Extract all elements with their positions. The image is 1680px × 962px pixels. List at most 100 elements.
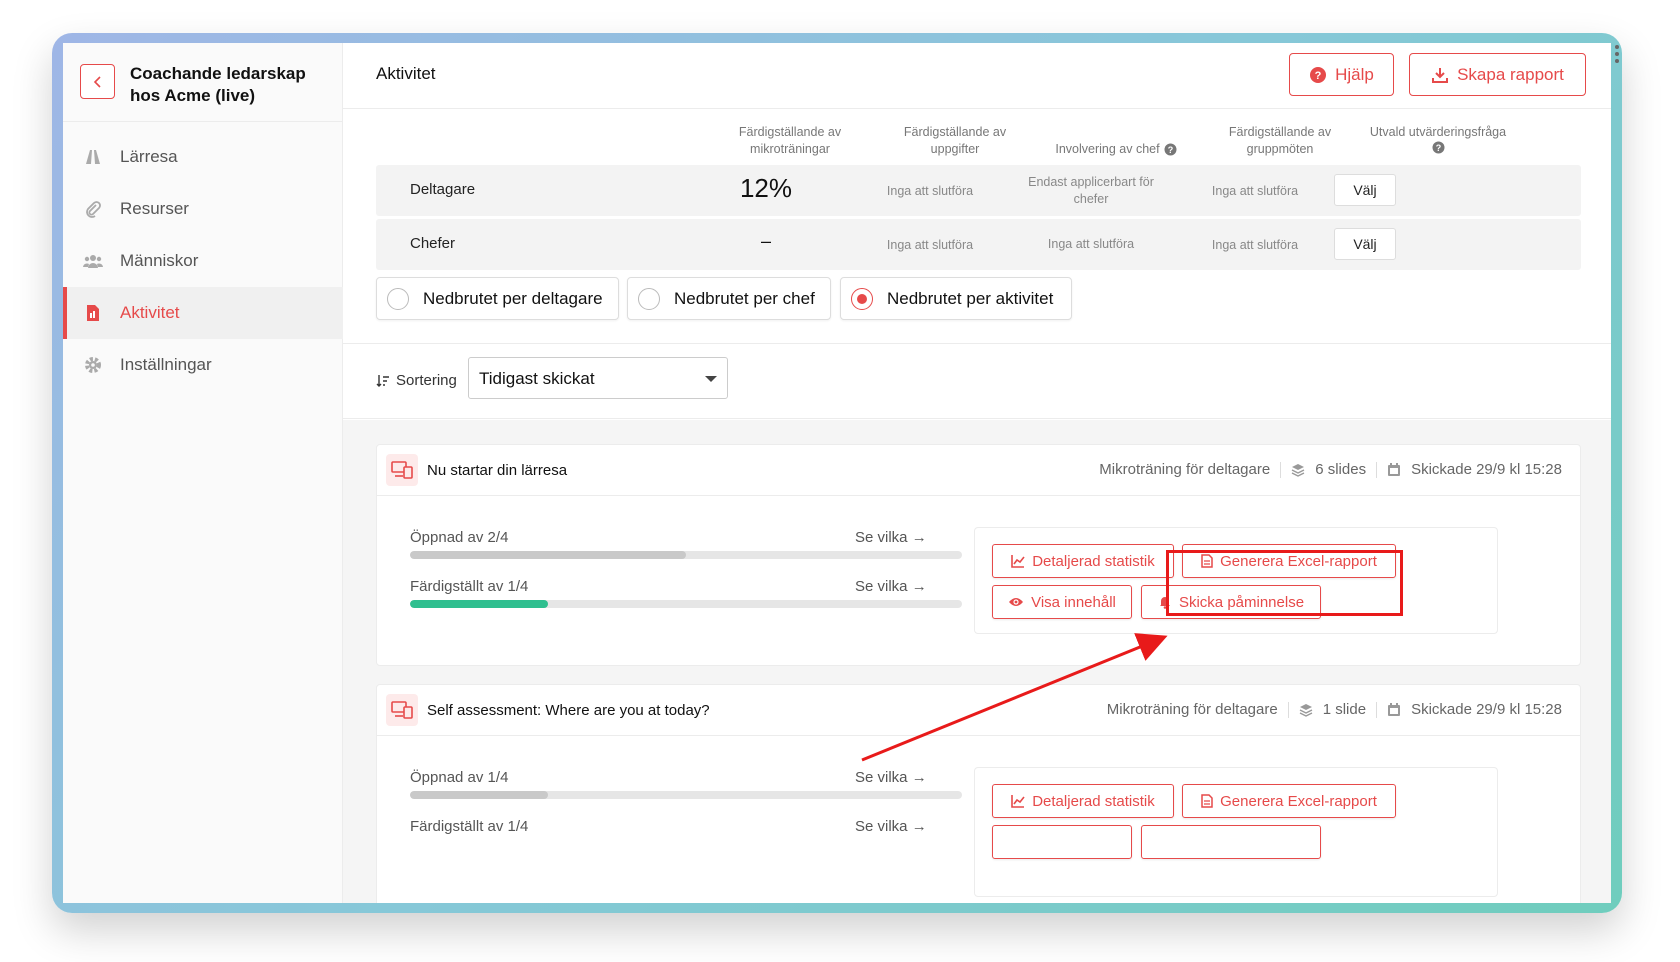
card-actions: Detaljerad statistik Generera Excel-rapp… [974,767,1498,897]
card-sent: Skickade 29/9 kl 15:28 [1411,461,1562,478]
caret-down-icon [705,376,717,382]
tasks-value: Inga att slutföra [886,184,974,198]
see-which-label: Se vilka [855,818,908,835]
sort-bar: Sortering Tidigast skickat [343,344,1611,419]
activity-feed: Nu startar din lärresa Mikroträning för … [343,420,1611,903]
send-reminder-button[interactable] [1141,825,1321,859]
help-label: Hjälp [1335,64,1374,84]
completed-progress-bar [410,600,962,608]
sidebar: Coachande ledarskap hos Acme (live) Lärr… [63,43,343,903]
detailed-stats-label: Detaljerad statistik [1032,552,1155,570]
annotation-highlight-box [1166,550,1403,616]
layers-icon [1299,703,1313,717]
sort-label: Sortering [376,372,457,389]
sidebar-item-installningar[interactable]: Inställningar [63,339,343,391]
radio-unchecked [638,287,660,310]
generate-excel-label: Generera Excel-rapport [1220,792,1377,810]
view-content-button[interactable]: Visa innehåll [992,585,1132,619]
course-title: Coachande ledarskap hos Acme (live) [130,63,330,107]
see-which-label: Se vilka [855,578,908,595]
see-which-link-completed[interactable]: Se vilka → [855,578,927,595]
column-header-tasks: Färdigställande av uppgifter [903,125,1007,156]
column-header-micro: Färdigställande av mikroträningar [738,125,842,156]
row-label: Deltagare [410,181,476,198]
sidebar-header: Coachande ledarskap hos Acme (live) [63,43,342,122]
calendar-icon [1388,462,1401,476]
stats-row-participants: Deltagare 12% Inga att slutföra Endast a… [376,165,1581,216]
select-question-button[interactable]: Välj [1334,228,1396,260]
column-header-question-label: Utvald utvärderingsfråga [1369,125,1507,139]
sidebar-item-larresa[interactable]: Lärresa [63,131,343,183]
see-which-link-completed[interactable]: Se vilka → [855,818,927,835]
sidebar-item-manniskor[interactable]: Människor [63,235,343,287]
svg-text:?: ? [1315,70,1322,82]
more-dots-icon [1615,45,1620,66]
page-title: Aktivitet [376,64,436,83]
sidebar-item-aktivitet[interactable]: Aktivitet [63,287,343,339]
breakdown-per-participant[interactable]: Nedbrutet per deltagare [376,277,619,320]
opened-progress-fill [410,791,548,799]
card-slides: 1 slide [1322,701,1367,718]
sidebar-item-label: Inställningar [120,355,212,374]
paperclip-icon [83,199,103,219]
help-button[interactable]: ? Hjälp [1289,53,1394,96]
sidebar-nav: Lärresa Resurser Människor Aktivitet Ins… [63,131,343,391]
column-header-groups: Färdigställande av gruppmöten [1228,125,1332,156]
eye-icon [1009,598,1024,606]
divider [1280,461,1282,478]
sidebar-item-label: Aktivitet [120,303,180,322]
see-which-label: Se vilka [855,769,908,786]
see-which-label: Se vilka [855,529,908,546]
radio-checked [851,287,873,310]
opened-label: Öppnad av 1/4 [410,769,509,786]
app-window: Coachande ledarskap hos Acme (live) Lärr… [63,43,1611,903]
breakdown-label: Nedbrutet per chef [674,288,815,308]
chevron-left-icon [93,75,101,88]
completed-progress-fill [410,600,548,608]
help-icon: ? [1310,66,1327,83]
sidebar-item-label: Resurser [120,199,189,218]
divider [1287,701,1289,718]
opened-progress-fill [410,551,686,559]
card-title: Self assessment: Where are you at today? [427,702,710,719]
sidebar-item-label: Människor [120,251,199,270]
file-excel-icon [1201,794,1213,808]
breakdown-label: Nedbrutet per deltagare [423,288,603,308]
breakdown-per-activity[interactable]: Nedbrutet per aktivitet [840,277,1072,320]
back-button[interactable] [80,64,115,99]
column-header-manager-label: Involvering av chef [1055,142,1160,156]
info-icon[interactable]: ? [1432,141,1445,154]
see-which-link-opened[interactable]: Se vilka → [855,769,927,786]
see-which-link-opened[interactable]: Se vilka → [855,529,927,546]
breakdown-per-manager[interactable]: Nedbrutet per chef [627,277,831,320]
row-label: Chefer [410,235,456,252]
svg-text:?: ? [1435,143,1441,153]
sort-label-text: Sortering [396,372,457,389]
activity-card: Self assessment: Where are you at today?… [376,684,1581,903]
divider [1376,461,1378,478]
card-meta: Mikroträning för deltagare 1 slide Skick… [1107,701,1562,718]
svg-text:?: ? [1167,145,1173,155]
groups-value: Inga att slutföra [1211,238,1299,252]
select-question-button[interactable]: Välj [1334,174,1396,206]
opened-progress-bar [410,791,962,799]
chart-line-icon [1011,555,1025,568]
opened-label: Öppnad av 2/4 [410,529,509,546]
sidebar-item-resurser[interactable]: Resurser [63,183,343,235]
sort-icon [376,374,389,387]
chart-line-icon [1011,795,1025,808]
sort-select[interactable]: Tidigast skickat [468,357,728,399]
course-title-line2: hos Acme (live) [130,86,256,105]
column-header-question: Utvald utvärderingsfråga ? [1363,124,1513,159]
groups-value: Inga att slutföra [1211,184,1299,198]
download-icon [1432,67,1449,83]
completed-label: Färdigställt av 1/4 [410,818,529,835]
stats-row-managers: Chefer – Inga att slutföra Inga att slut… [376,219,1581,270]
detailed-stats-button[interactable]: Detaljerad statistik [992,784,1174,818]
generate-excel-button[interactable]: Generera Excel-rapport [1182,784,1396,818]
view-content-button[interactable] [992,825,1132,859]
create-report-button[interactable]: Skapa rapport [1409,53,1586,96]
card-sent: Skickade 29/9 kl 15:28 [1411,701,1562,718]
info-icon[interactable]: ? [1164,143,1177,156]
detailed-stats-button[interactable]: Detaljerad statistik [992,544,1174,578]
